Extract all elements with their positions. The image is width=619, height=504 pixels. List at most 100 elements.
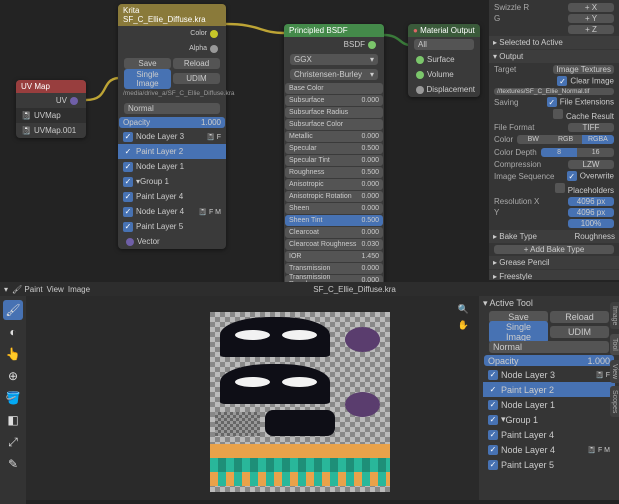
pan-icon[interactable]: ✋ (458, 320, 469, 331)
layer-row[interactable]: ✓▾ Group 1 (483, 412, 615, 427)
res-pct[interactable]: 100% (568, 219, 614, 228)
blend-mode[interactable]: Normal (489, 341, 609, 353)
layer-row[interactable]: ✓Node Layer 4📓 F M (118, 204, 226, 219)
tab-scopes[interactable]: Scopes (610, 386, 619, 417)
layer-row[interactable]: ✓Node Layer 1 (483, 397, 615, 412)
tab-view[interactable]: View (610, 360, 619, 383)
target-field[interactable]: Image Textures (553, 65, 614, 74)
uvmap-item[interactable]: 📓 UVMap.001 (16, 123, 86, 138)
layer-row[interactable]: ✓Paint Layer 5 (118, 219, 226, 234)
layer-row[interactable]: ✓Node Layer 3📓 F (483, 367, 615, 382)
output-panel[interactable]: Output (489, 50, 619, 63)
save-button[interactable]: Save (124, 58, 171, 69)
udim-button[interactable]: UDIM (173, 73, 220, 84)
bsdf-subsurface-radius[interactable]: Subsurface Radius (285, 107, 383, 118)
image-editor[interactable]: ▾ 🖌 Paint View Image SF_C_Ellie_Diffuse.… (0, 282, 619, 500)
uv-canvas[interactable] (210, 312, 390, 492)
blend-mode[interactable]: Normal (124, 103, 220, 114)
tab-tool[interactable]: Tool (610, 334, 619, 355)
menu-view[interactable]: View (47, 285, 64, 294)
bsdf-clearcoat[interactable]: Clearcoat0.000 (285, 227, 383, 238)
file-name[interactable]: SF_C_Ellie_Diffuse.kra (313, 285, 396, 294)
tab-image[interactable]: Image (610, 302, 619, 329)
swizzle-y[interactable]: + Y (568, 14, 614, 23)
layer-label: Paint Layer 4 (501, 430, 554, 440)
clear-image-check[interactable]: ✓Clear Image (557, 76, 614, 86)
active-tool-header[interactable]: Active Tool (483, 298, 615, 309)
mode-select[interactable]: 🖌 Paint (12, 285, 43, 294)
layer-row[interactable]: ✓Paint Layer 2 (118, 144, 226, 159)
add-bake-button[interactable]: + Add Bake Type (494, 245, 614, 254)
properties-sidebar[interactable]: Swizzle R+ X G+ Y + Z ▸ Selected to Acti… (489, 0, 619, 280)
layer-row[interactable]: ✓▾ Group 1 (118, 174, 226, 189)
node-material-output[interactable]: ● Material Output All Surface Volume Dis… (408, 24, 480, 97)
single-image-button[interactable]: Single Image (124, 69, 171, 89)
layer-row[interactable]: ✓Paint Layer 4 (483, 427, 615, 442)
placeholders-check[interactable]: Placeholders (555, 183, 614, 195)
layer-row[interactable]: ✓Paint Layer 2 (483, 382, 615, 397)
bsdf-subsurface[interactable]: Subsurface0.000 (285, 95, 383, 106)
bsdf-metallic[interactable]: Metallic0.000 (285, 131, 383, 142)
reload-button[interactable]: Reload (173, 58, 220, 69)
res-x[interactable]: 4096 px (568, 197, 614, 206)
target-field[interactable]: All (414, 39, 474, 50)
bsdf-specular[interactable]: Specular0.500 (285, 143, 383, 154)
node-uvmap[interactable]: UV Map UV 📓 UVMap 📓 UVMap.001 (16, 80, 86, 138)
bsdf-anisotropic-rotation[interactable]: Anisotropic Rotation0.000 (285, 191, 383, 202)
bsdf-distribution[interactable]: GGX▾ (290, 54, 378, 65)
layer-row[interactable]: ✓Node Layer 3📓 F (118, 129, 226, 144)
bsdf-sheen[interactable]: Sheen0.000 (285, 203, 383, 214)
bsdf-ior[interactable]: IOR1.450 (285, 251, 383, 262)
output-path[interactable]: //textures/SF_C_Ellie_Normal.tif (494, 88, 614, 95)
fileformat-field[interactable]: TIFF (568, 123, 614, 132)
layer-label: Paint Layer 5 (501, 460, 554, 470)
reload-button[interactable]: Reload (550, 311, 609, 323)
udim-button[interactable]: UDIM (550, 326, 609, 338)
swizzle-z[interactable]: + Z (568, 25, 614, 34)
overwrite-check[interactable]: ✓Overwrite (567, 171, 614, 181)
bsdf-transmission[interactable]: Transmission0.000 (285, 263, 383, 274)
swizzle-x[interactable]: + X (568, 3, 614, 12)
res-y[interactable]: 4096 px (568, 208, 614, 217)
annotate-tool[interactable]: ✎ (3, 454, 23, 474)
bsdf-specular-tint[interactable]: Specular Tint0.000 (285, 155, 383, 166)
gradient-tool[interactable]: ◧ (3, 410, 23, 430)
compression-field[interactable]: LZW (568, 160, 614, 169)
smear-tool[interactable]: 👆 (3, 344, 23, 364)
sel-to-active-panel[interactable]: ▸ Selected to Active (489, 36, 619, 49)
bsdf-subsurface-color[interactable]: Subsurface Color (285, 119, 383, 130)
color-depth[interactable]: 816 (541, 148, 614, 157)
color-mode[interactable]: BWRGBRGBA (517, 135, 614, 144)
filter-icon[interactable]: ▾ (4, 285, 8, 294)
bsdf-clearcoat-roughness[interactable]: Clearcoat Roughness0.030 (285, 239, 383, 250)
opacity-slider[interactable]: Opacity1.000 (484, 355, 614, 366)
bsdf-roughness[interactable]: Roughness0.500 (285, 167, 383, 178)
bsdf-anisotropic[interactable]: Anisotropic0.000 (285, 179, 383, 190)
cache-check[interactable]: Cache Result (553, 109, 614, 121)
zoom-icon[interactable]: 🔍 (458, 304, 469, 315)
single-image-button[interactable]: Single Image (489, 321, 548, 343)
brush-tool[interactable]: 🖌 (3, 300, 23, 320)
freestyle-panel[interactable]: ▸ Freestyle (489, 270, 619, 280)
opacity-slider[interactable]: Opacity1.000 (119, 117, 225, 128)
file-ext-check[interactable]: ✓File Extensions (547, 97, 614, 107)
node-editor[interactable]: UV Map UV 📓 UVMap 📓 UVMap.001 Krita SF_C… (0, 0, 619, 280)
menu-image[interactable]: Image (68, 285, 90, 294)
grease-panel[interactable]: ▸ Grease Pencil (489, 256, 619, 269)
seq-label: Image Sequence (494, 172, 555, 181)
bsdf-base-color[interactable]: Base Color (285, 83, 383, 94)
layer-row[interactable]: ✓Node Layer 4📓 F M (483, 442, 615, 457)
eyedropper-tool[interactable]: ⤢ (3, 432, 23, 452)
bsdf-sheen-tint[interactable]: Sheen Tint0.500 (285, 215, 383, 226)
layer-row[interactable]: ✓Paint Layer 4 (118, 189, 226, 204)
node-krita[interactable]: Krita SF_C_Ellie_Diffuse.kra Color Alpha… (118, 4, 226, 249)
uvmap-item[interactable]: 📓 UVMap (16, 108, 86, 123)
baketype-panel[interactable]: ▸ Bake Type Roughness (489, 230, 619, 243)
fill-tool[interactable]: 🪣 (3, 388, 23, 408)
blur-tool[interactable]: ◐ (3, 322, 23, 342)
bsdf-sss-method[interactable]: Christensen-Burley▾ (290, 69, 378, 80)
layer-row[interactable]: ✓Paint Layer 5 (483, 457, 615, 472)
active-tool-panel[interactable]: Active Tool SaveReload Single ImageUDIM … (479, 296, 619, 500)
layer-row[interactable]: ✓Node Layer 1 (118, 159, 226, 174)
clone-tool[interactable]: ⊕ (3, 366, 23, 386)
